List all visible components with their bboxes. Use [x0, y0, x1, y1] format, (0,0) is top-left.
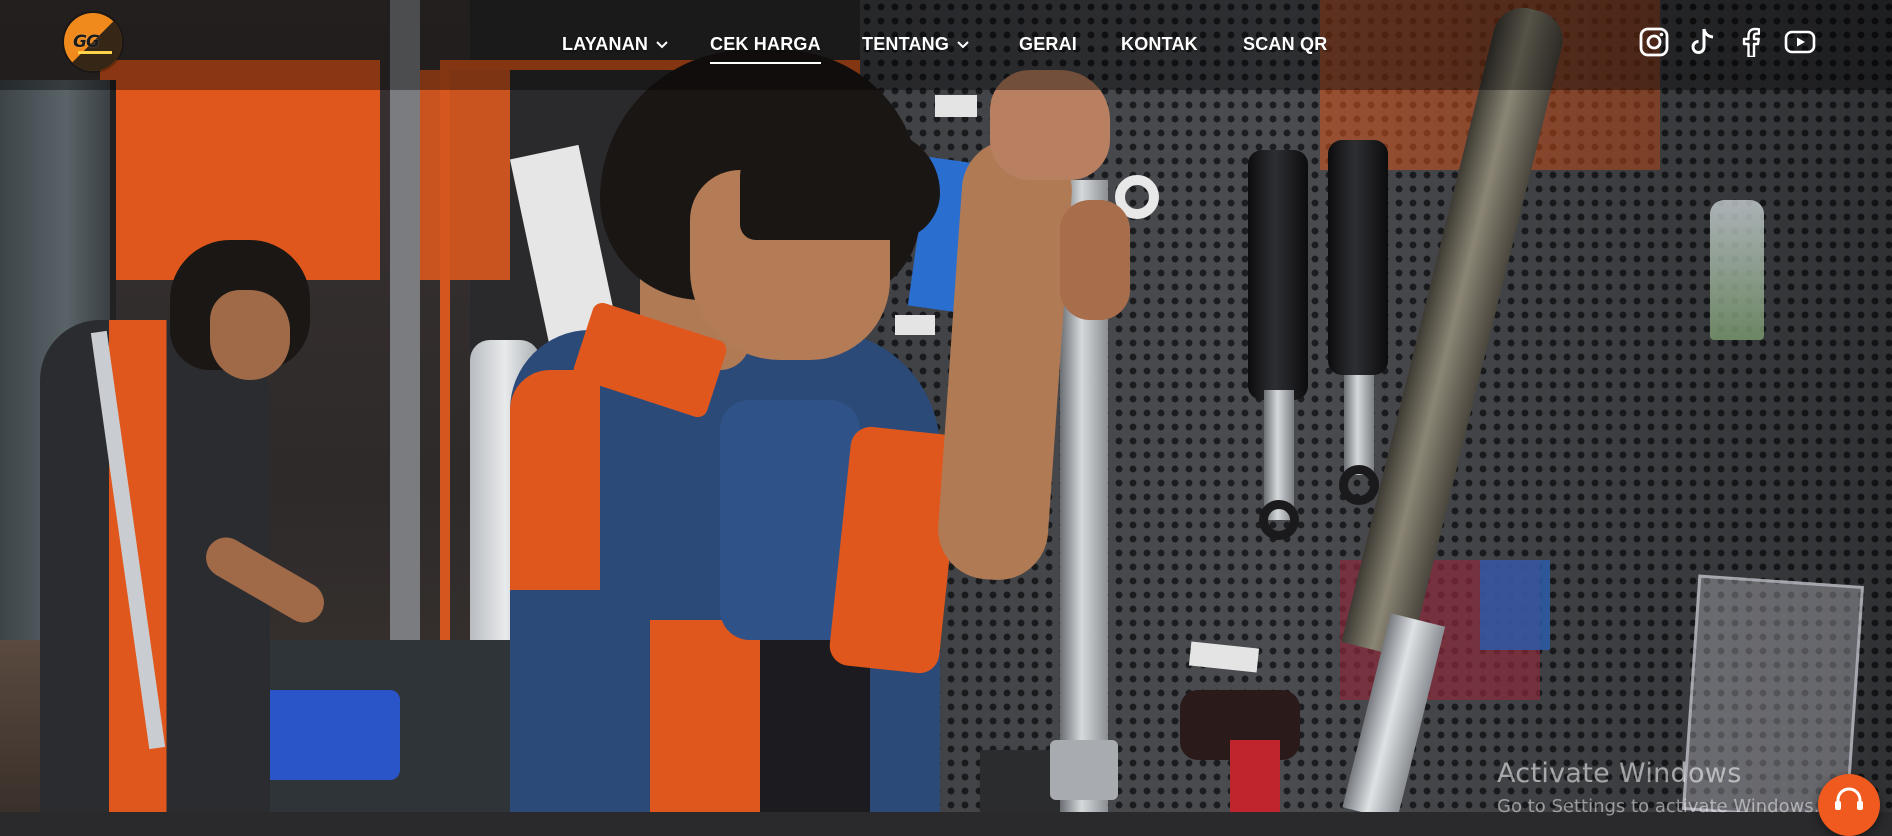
nav-label: GERAI	[1019, 33, 1078, 54]
mechanic-hair-front	[740, 130, 940, 240]
brand-logo[interactable]: GG	[64, 13, 122, 71]
hero-background	[0, 0, 1892, 812]
label-sticker	[935, 95, 977, 117]
nav-gerai[interactable]: GERAI	[1019, 30, 1077, 58]
site-header: GG LAYANAN CEK HARGA TENTANG GERAI KONTA…	[0, 0, 1892, 90]
windows-activation-watermark: Activate Windows	[1497, 758, 1742, 789]
nav-label: TENTANG	[862, 33, 950, 54]
nav-layanan[interactable]: LAYANAN	[562, 30, 669, 58]
facebook-icon[interactable]	[1738, 27, 1764, 57]
logo-text: GG	[73, 32, 100, 52]
nav-label: SCAN QR	[1243, 33, 1328, 54]
nav-cek-harga[interactable]: CEK HARGA	[710, 30, 821, 64]
chat-support-button[interactable]	[1818, 774, 1880, 836]
power-drill-battery	[1230, 740, 1280, 812]
youtube-icon[interactable]	[1782, 27, 1818, 57]
logo-underline	[78, 51, 112, 54]
fork-tube-cap	[1050, 740, 1118, 800]
uniform-orange-panel	[510, 370, 600, 590]
chevron-down-icon	[656, 41, 668, 49]
rear-shock	[1248, 150, 1308, 400]
chevron-down-icon	[957, 41, 969, 49]
rear-shock	[1328, 140, 1388, 375]
blue-container	[1480, 560, 1550, 650]
mechanic-face	[210, 290, 290, 380]
windows-activation-subtitle: Go to Settings to activate Windows.	[1497, 796, 1820, 817]
nav-label: KONTAK	[1121, 33, 1198, 54]
nav-kontak[interactable]: KONTAK	[1121, 30, 1198, 58]
shock-eye	[1339, 465, 1379, 505]
mechanic-hand	[1060, 200, 1130, 320]
shock-eye	[1259, 500, 1299, 540]
instagram-icon[interactable]	[1638, 27, 1670, 57]
tiktok-icon[interactable]	[1688, 27, 1718, 57]
label-sticker	[895, 315, 935, 335]
bottle	[1710, 200, 1764, 340]
nav-tentang[interactable]: TENTANG	[862, 30, 970, 58]
pillar	[390, 0, 420, 640]
nav-scan-qr[interactable]: SCAN QR	[1243, 30, 1327, 58]
nav-label: LAYANAN	[562, 33, 649, 54]
nav-label: CEK HARGA	[710, 33, 821, 54]
shock-rod	[1344, 375, 1374, 475]
